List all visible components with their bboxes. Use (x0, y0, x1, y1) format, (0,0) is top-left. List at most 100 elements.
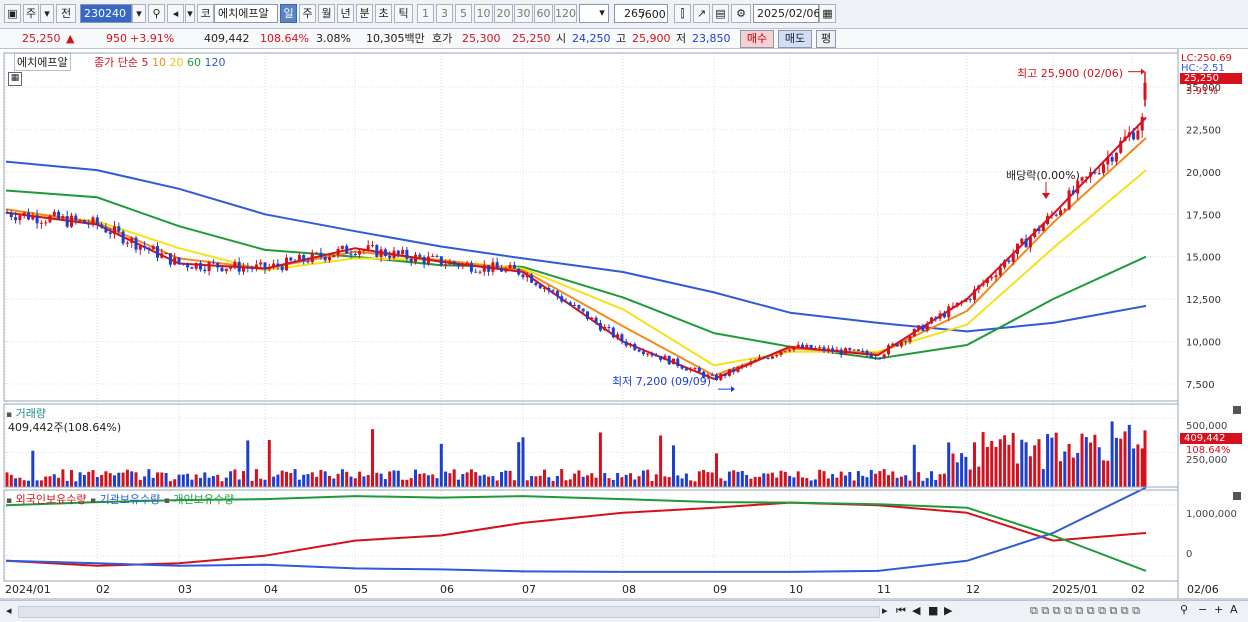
volume-bar (1054, 432, 1058, 487)
buy-button[interactable]: 매수 (740, 30, 774, 48)
volume-bar (345, 471, 349, 487)
volume-bar (31, 450, 35, 487)
interval-3-button[interactable]: 3 (436, 4, 453, 23)
time-label: 02 (1131, 583, 1145, 596)
candle-body (74, 215, 78, 221)
interval-30-button[interactable]: 30 (514, 4, 533, 23)
table-toggle-icon[interactable]: ▦ (8, 72, 22, 86)
period-tick-button[interactable]: 틱 (394, 4, 413, 23)
chevron-down-icon[interactable]: ▾ (596, 4, 608, 23)
time-right-label: 02/06 (1187, 583, 1219, 596)
volume-bar (461, 474, 465, 487)
panel-handle-icon[interactable]: ▪ (164, 496, 170, 506)
period-day-button[interactable]: 일 (280, 4, 297, 23)
interval-10-button[interactable]: 10 (474, 4, 493, 23)
candle-body (676, 358, 680, 367)
volume-bar (1123, 431, 1127, 487)
chevron-down-icon[interactable]: ▾ (40, 4, 54, 23)
volume-bar (431, 474, 435, 487)
candle-body (594, 317, 598, 323)
candle-body (336, 248, 340, 256)
zoom-in-icon[interactable]: + (1214, 603, 1223, 616)
zoom-search-icon[interactable]: ⚲ (1180, 603, 1188, 616)
time-label: 09 (713, 583, 727, 596)
draw-tool-icon[interactable]: ↗ (693, 4, 710, 23)
candle-body (375, 245, 379, 258)
period-year-button[interactable]: 년 (337, 4, 354, 23)
panel-close-icon[interactable] (1233, 406, 1241, 414)
market-type-button[interactable]: 전 (56, 4, 76, 23)
interval-120-button[interactable]: 120 (554, 4, 577, 23)
calendar-icon[interactable]: ▦ (819, 4, 836, 23)
volume-bar (263, 479, 267, 487)
panel-handle-icon[interactable]: ▪ (90, 496, 96, 506)
window-icon[interactable]: ▣ (4, 4, 21, 23)
volume-bar (912, 444, 916, 487)
scroll-right-icon[interactable]: ▸ (882, 604, 888, 617)
period-second-button[interactable]: 초 (375, 4, 392, 23)
chevron-down-icon[interactable]: ▾ (185, 4, 195, 23)
candle-body (1067, 190, 1071, 210)
volume-bar (740, 470, 744, 487)
candle-icon[interactable]: ⫿ (674, 4, 691, 23)
candle-body (736, 366, 740, 372)
period-minute-button[interactable]: 분 (356, 4, 373, 23)
volume-bar (1140, 448, 1144, 487)
candle-body (1041, 224, 1045, 232)
stock-name-field[interactable]: 에치에프알 (214, 4, 278, 23)
candle-body (104, 227, 108, 233)
first-page-icon[interactable]: ⏮ (896, 604, 906, 618)
candle-body (366, 245, 370, 250)
candle-body (121, 231, 125, 244)
stock-code-input[interactable]: 230240 (80, 4, 132, 23)
candle-body (930, 317, 933, 324)
horizontal-scrollbar[interactable] (18, 606, 880, 618)
scroll-left-icon[interactable]: ◂ (6, 604, 12, 617)
candle-body (431, 255, 435, 257)
interval-20-button[interactable]: 20 (494, 4, 513, 23)
volume-bar (39, 480, 43, 487)
volume-bar (1024, 442, 1028, 487)
zoom-out-icon[interactable]: − (1198, 603, 1207, 616)
stop-icon[interactable]: ■ (928, 604, 938, 617)
volume-bar (753, 476, 757, 487)
candle-body (203, 269, 207, 272)
volume-bar (805, 478, 809, 487)
volume-bar (706, 472, 710, 487)
volume-bar (18, 477, 22, 487)
search-icon[interactable]: ⚲ (148, 4, 165, 23)
font-size-icon[interactable]: A (1230, 603, 1238, 616)
volume-bar (91, 470, 95, 487)
candle-body (899, 341, 903, 347)
candle-body (190, 267, 194, 269)
save-icon[interactable]: ▤ (712, 4, 729, 23)
current-price: 25,250 (22, 32, 61, 45)
period-month-button[interactable]: 월 (318, 4, 335, 23)
speaker-icon[interactable]: ◂ (167, 4, 184, 23)
candle-body (1011, 253, 1015, 262)
interval-5-button[interactable]: 5 (455, 4, 472, 23)
gear-icon[interactable]: ⚙ (731, 4, 751, 23)
market-select[interactable]: 주 (23, 4, 39, 23)
panel-close-icon[interactable] (1233, 492, 1241, 500)
period-week-button[interactable]: 주 (299, 4, 316, 23)
volume-bar (788, 475, 792, 487)
prev-icon[interactable]: ◀ (912, 604, 920, 617)
chevron-down-icon[interactable]: ▾ (132, 4, 146, 23)
volume-bar (663, 476, 667, 487)
interval-1-button[interactable]: 1 (417, 4, 434, 23)
volume-bar (259, 478, 263, 487)
interval-60-button[interactable]: 60 (534, 4, 553, 23)
candle-body (418, 254, 422, 258)
date-input[interactable]: 2025/02/06 (753, 4, 820, 23)
stock-chart[interactable]: 7,500 10,000 12,500 15,000 17,500 20,000 22,50… (0, 49, 1248, 621)
volume-bar (710, 472, 714, 487)
eval-button[interactable]: 평 (816, 30, 836, 48)
candle-body (1071, 190, 1075, 194)
sell-button[interactable]: 매도 (778, 30, 812, 48)
zoom-tools-icon[interactable]: ⧉ ⧉ ⧉ ⧉ ⧉ ⧉ ⧉ ⧉ ⧉ ⧉ (1030, 604, 1140, 618)
stock-name-button[interactable]: 코 (197, 4, 214, 23)
next-icon[interactable]: ▶ (944, 604, 952, 617)
panel-handle-icon[interactable]: ▪ (6, 496, 12, 506)
volume-bar (1127, 424, 1131, 487)
